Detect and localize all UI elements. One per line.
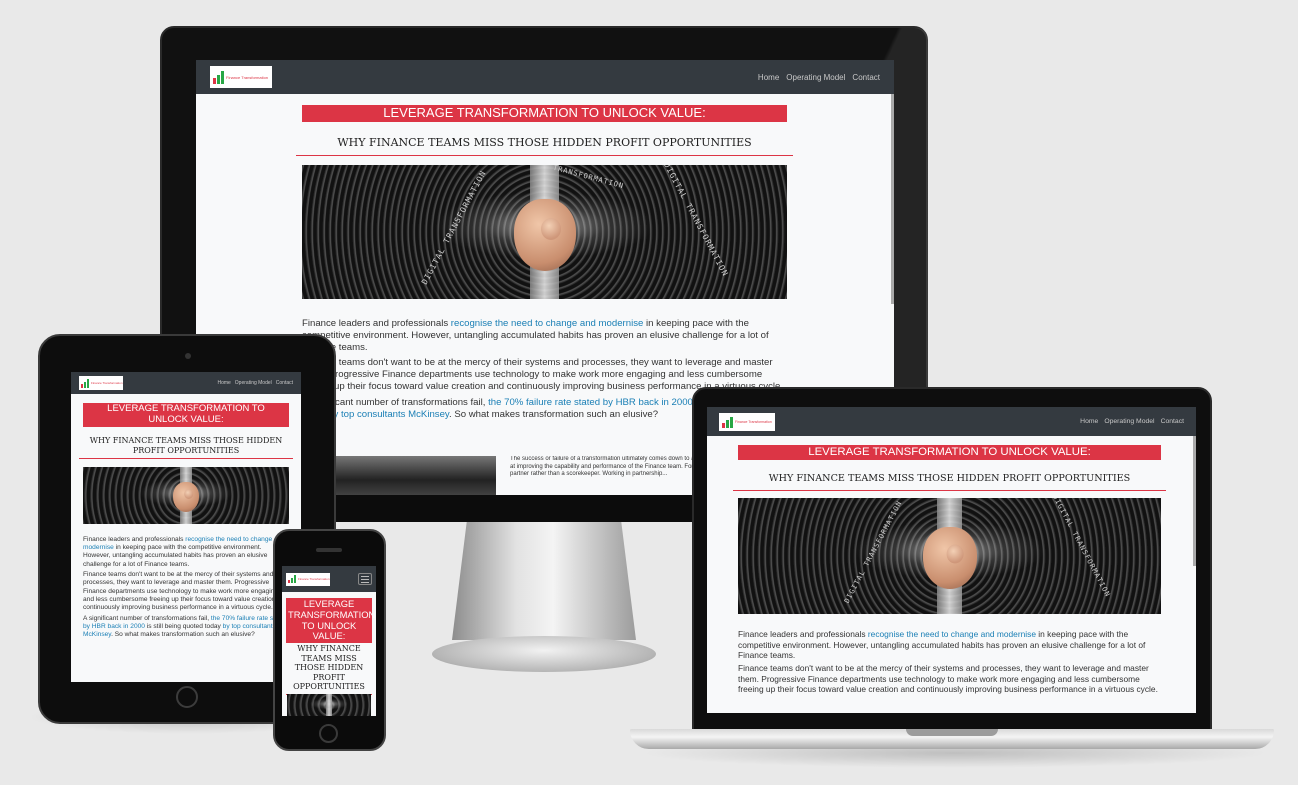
tablet-screen: Finance Transformation Home Operating Mo… bbox=[71, 372, 301, 682]
hero-text: DIGITAL TRANSFORMATION bbox=[1050, 498, 1112, 599]
page-subheading: WHY FINANCE TEAMS MISS THOSE HIDDEN PROF… bbox=[79, 436, 293, 460]
phone-screen: Finance Transformation LEVERAGE TRANSFOR… bbox=[282, 566, 376, 716]
paragraph: Finance teams don't want to be at the me… bbox=[83, 571, 289, 612]
phone-speaker bbox=[316, 548, 342, 552]
site-logo[interactable]: Finance Transformation bbox=[719, 412, 775, 431]
hero-image bbox=[83, 467, 289, 524]
hero-image: DIGITAL TRANSFORMATION DIGITAL TRANSFORM… bbox=[302, 165, 787, 299]
navbar: Finance Transformation Home Operating Mo… bbox=[196, 60, 894, 94]
scrollbar[interactable] bbox=[891, 94, 894, 304]
page-subheading: WHY FINANCE TEAMS MISS THOSE HIDDEN PROF… bbox=[286, 644, 372, 695]
navbar: Finance Transformation Home Operating Mo… bbox=[707, 407, 1196, 436]
page-banner: LEVERAGE TRANSFORMATION TO UNLOCK VALUE: bbox=[302, 105, 787, 122]
page-banner: LEVERAGE TRANSFORMATION TO UNLOCK VALUE: bbox=[286, 598, 376, 644]
hero-text: DIGITAL TRANSFORMATION bbox=[419, 168, 488, 287]
scrollbar[interactable] bbox=[1193, 436, 1196, 566]
nav-home[interactable]: Home bbox=[217, 380, 230, 386]
link-hbr[interactable]: the 70% failure rate stated by HBR back … bbox=[488, 397, 693, 408]
nav-home[interactable]: Home bbox=[758, 73, 779, 82]
page-subheading: WHY FINANCE TEAMS MISS THOSE HIDDEN PROF… bbox=[296, 136, 793, 157]
hero-text: TRANSFORMATION bbox=[552, 165, 625, 191]
hero-text: DIGITAL TRANSFORMATION bbox=[661, 165, 730, 279]
logo-text: Finance Transformation bbox=[226, 74, 269, 80]
site-logo[interactable]: Finance Transformation bbox=[210, 66, 272, 88]
paragraph-text: . So what makes transformation such an e… bbox=[111, 631, 255, 639]
paragraph: Finance leaders and professionals recogn… bbox=[83, 536, 289, 569]
hero-finger bbox=[540, 218, 561, 241]
paragraph-text: A significant number of transformations … bbox=[83, 614, 211, 622]
monitor-base bbox=[432, 636, 656, 672]
logo-text: Finance Transformation bbox=[735, 419, 772, 424]
nav-operating-model[interactable]: Operating Model bbox=[1104, 418, 1154, 425]
menu-toggle-icon[interactable] bbox=[358, 573, 372, 585]
link-recognise-change[interactable]: recognise the need to change and moderni… bbox=[451, 318, 644, 329]
nav-contact[interactable]: Contact bbox=[1161, 418, 1184, 425]
nav-operating-model[interactable]: Operating Model bbox=[235, 380, 272, 386]
page-subheading: WHY FINANCE TEAMS MISS THOSE HIDDEN PROF… bbox=[733, 473, 1166, 491]
nav-links: Home Operating Model Contact bbox=[758, 73, 880, 82]
hero-image: DIGITAL TRANSFORMATION DIGITAL TRANSFORM… bbox=[738, 498, 1161, 614]
hero-tie bbox=[326, 694, 332, 716]
laptop-screen: Finance Transformation Home Operating Mo… bbox=[707, 407, 1196, 713]
chart-logo-icon bbox=[213, 70, 224, 84]
paragraph: Finance leaders and professionals recogn… bbox=[738, 629, 1161, 661]
monitor-stand bbox=[452, 522, 636, 640]
nav-contact[interactable]: Contact bbox=[276, 380, 293, 386]
nav-home[interactable]: Home bbox=[1080, 418, 1098, 425]
site-logo[interactable]: Finance Transformation bbox=[286, 572, 330, 586]
hero-image bbox=[287, 694, 371, 716]
paragraph-text: Finance leaders and professionals bbox=[302, 318, 451, 329]
link-recognise-change[interactable]: recognise the need to change and moderni… bbox=[868, 629, 1036, 639]
logo-text: Finance Transformation bbox=[91, 381, 123, 385]
page-banner: LEVERAGE TRANSFORMATION TO UNLOCK VALUE: bbox=[83, 403, 289, 427]
paragraph-text: Finance leaders and professionals bbox=[83, 536, 186, 543]
logo-text: Finance Transformation bbox=[298, 577, 330, 581]
article-body: Finance leaders and professionals recogn… bbox=[738, 629, 1161, 713]
navbar: Finance Transformation bbox=[282, 566, 376, 592]
page-banner: LEVERAGE TRANSFORMATION TO UNLOCK VALUE: bbox=[738, 445, 1161, 461]
chart-logo-icon bbox=[722, 416, 733, 428]
chart-logo-icon bbox=[288, 575, 296, 583]
tablet-home-button[interactable] bbox=[176, 686, 198, 708]
laptop-notch bbox=[906, 729, 998, 736]
phone-home-button[interactable] bbox=[319, 724, 338, 743]
hero-finger bbox=[184, 489, 194, 500]
navbar: Finance Transformation Home Operating Mo… bbox=[71, 372, 301, 394]
paragraph: A significant number of transformations … bbox=[83, 615, 289, 640]
nav-contact[interactable]: Contact bbox=[852, 73, 880, 82]
chart-logo-icon bbox=[81, 378, 89, 388]
nav-links: Home Operating Model Contact bbox=[1080, 418, 1184, 425]
hero-finger bbox=[946, 544, 964, 564]
paragraph-text: . So what makes transformation such an e… bbox=[449, 408, 659, 420]
nav-operating-model[interactable]: Operating Model bbox=[786, 73, 845, 82]
hero-text: DIGITAL TRANSFORMATION bbox=[842, 499, 904, 605]
paragraph: Finance leaders and professionals recogn… bbox=[302, 318, 787, 354]
tablet-camera bbox=[185, 353, 191, 359]
article-body: Finance leaders and professionals recogn… bbox=[83, 536, 289, 676]
paragraph: Finance teams don't want to be at the me… bbox=[738, 663, 1158, 695]
paragraph-text: is still being quoted today bbox=[144, 622, 223, 630]
site-logo[interactable]: Finance Transformation bbox=[79, 376, 123, 390]
link-mckinsey[interactable]: by top consultants McKinsey bbox=[328, 409, 449, 420]
nav-links: Home Operating Model Contact bbox=[217, 380, 293, 386]
paragraph-text: Finance leaders and professionals bbox=[738, 629, 868, 639]
